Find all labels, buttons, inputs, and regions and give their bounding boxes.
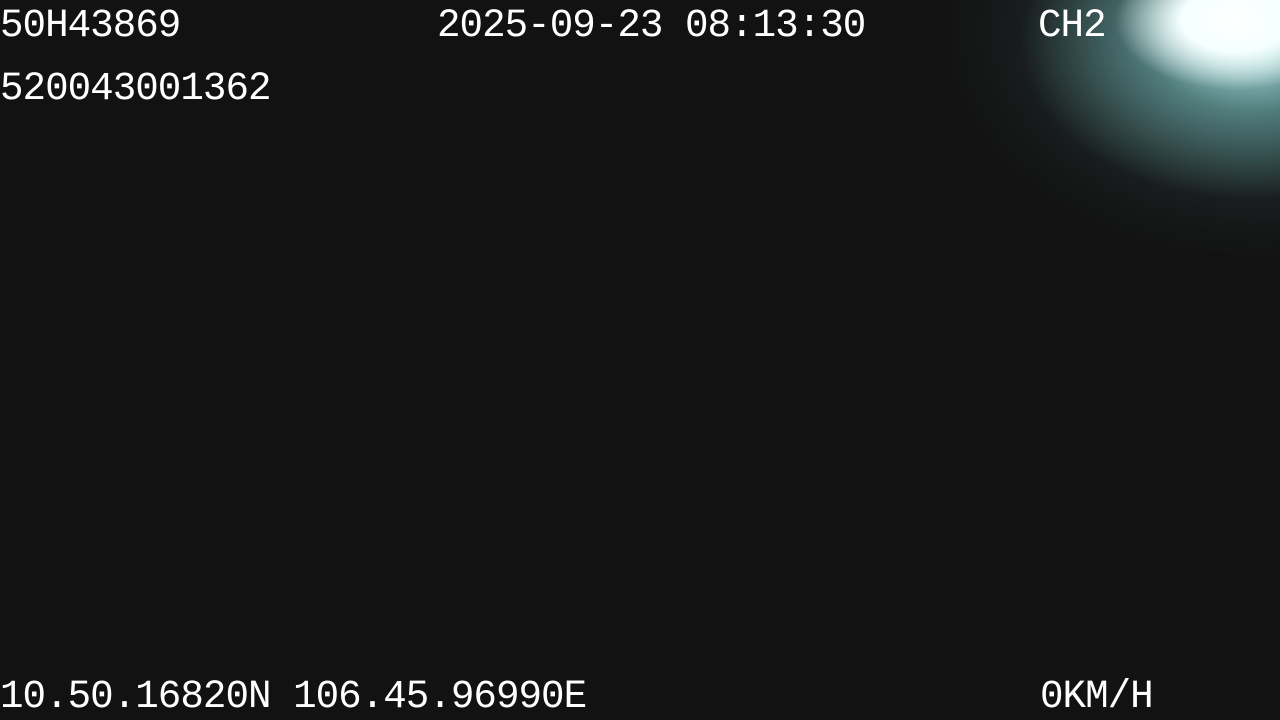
device-id-label: 520043001362 [0,67,272,112]
camera-frame: 50H43869 2025-09-23 08:13:30 CH2 5200430… [0,0,1280,720]
license-plate-label: 50H43869 [0,4,181,49]
timestamp-label: 2025-09-23 08:13:30 [437,4,866,49]
channel-label: CH2 [1038,4,1107,49]
speed-label: 0KM/H [1040,675,1154,720]
gps-coordinates-label: 10.50.16820N 106.45.96990E [0,675,587,720]
